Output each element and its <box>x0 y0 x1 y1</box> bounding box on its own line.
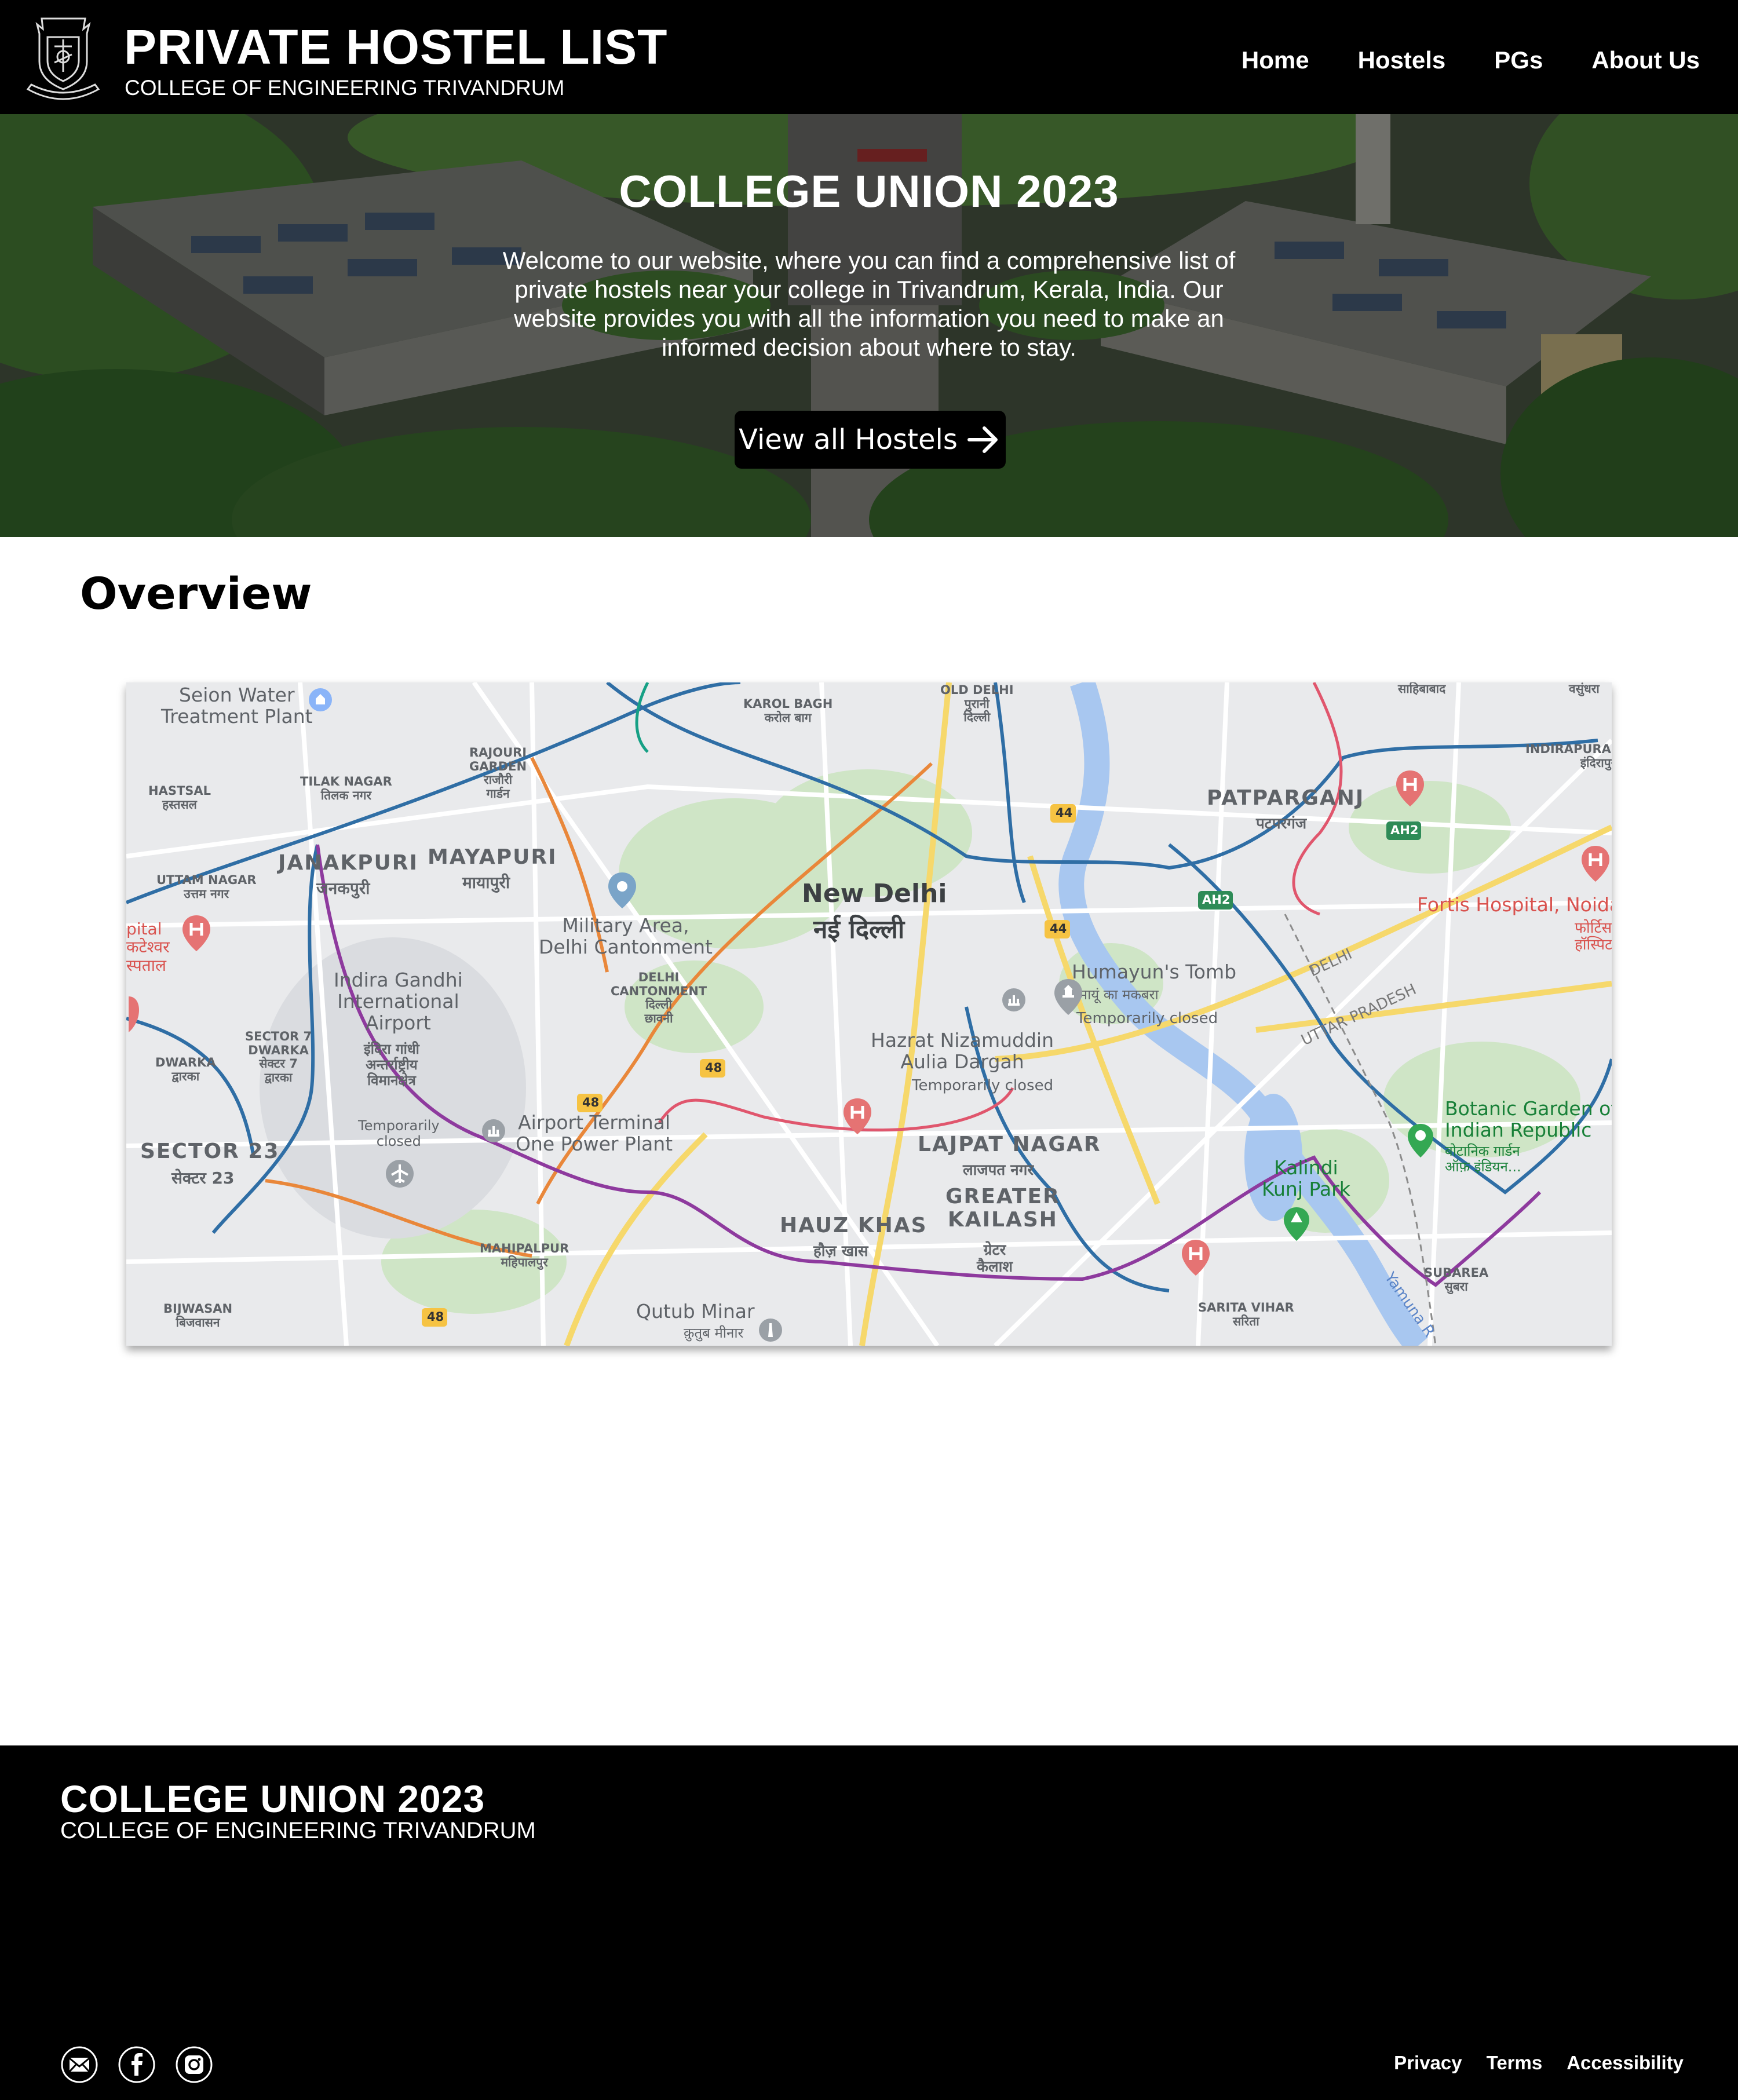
mail-icon[interactable] <box>60 2046 98 2084</box>
landmark-pin-icon[interactable] <box>1001 987 1027 1013</box>
map-label: LAJPAT NAGAR <box>918 1133 1101 1156</box>
main-nav: Home Hostels PGs About Us <box>1242 44 1700 76</box>
instagram-icon[interactable] <box>175 2046 213 2084</box>
map-label: ग्रेटर कैलाश <box>977 1241 1013 1276</box>
map-label: फोर्टिसहॉस्पिटल <box>1575 919 1612 954</box>
map-label: Temporarily closed <box>912 1077 1054 1094</box>
map-label: JANAKPURI <box>278 851 418 875</box>
terms-link[interactable]: Terms <box>1487 2051 1543 2075</box>
map-label: KAROL BAGH करोल बाग <box>743 697 833 725</box>
site-footer: COLLEGE UNION 2023 COLLEGE OF ENGINEERIN… <box>0 1745 1738 2100</box>
map-label: Temporarily closed <box>358 1117 440 1149</box>
map-label-new-delhi: New Delhi <box>802 879 947 908</box>
map-label: SECTOR 23 <box>140 1140 280 1163</box>
map-label: SARITA VIHAR सरिता <box>1198 1301 1294 1328</box>
social-links <box>60 2046 213 2084</box>
map-label: Qutub Minar <box>636 1300 755 1323</box>
map-label: Botanic Garden of Indian Republic <box>1445 1097 1612 1141</box>
map-label: SECTOR 7 DWARKA सेक्टर 7 द्वारका <box>245 1029 312 1084</box>
nav-hostels-link[interactable]: Hostels <box>1358 44 1446 76</box>
privacy-link[interactable]: Privacy <box>1394 2051 1462 2075</box>
map-label: DWARKA द्वारका <box>155 1056 216 1083</box>
hero-description: Welcome to our website, where you can fi… <box>502 247 1236 361</box>
map-label: MAYAPURI <box>428 845 557 869</box>
location-map[interactable]: 44 44 48 48 48 AH2 AH2 Seion Water Treatm… <box>126 682 1612 1346</box>
legal-links: Privacy Terms Accessibility <box>1394 2051 1684 2075</box>
map-label: PATPARGANJ <box>1207 786 1365 810</box>
hospital-pin-icon[interactable] <box>1395 769 1425 808</box>
college-emblem-logo[interactable] <box>24 16 103 103</box>
map-label: TILAK NAGAR तिलक नगर <box>300 775 392 802</box>
footer-title: COLLEGE UNION 2023 <box>60 1777 485 1820</box>
hospital-pin-icon[interactable] <box>181 914 211 952</box>
map-label: इंदिरा गांधी अन्तर्राष्ट्रीय विमानक्षेत्र <box>364 1041 419 1089</box>
map-label: RAJOURI GARDEN राजौरी गार्डन <box>469 746 527 801</box>
airport-pin-icon[interactable] <box>385 1159 415 1189</box>
map-label-new-delhi-hindi: नई दिल्ली <box>813 915 905 944</box>
footer-subtitle: COLLEGE OF ENGINEERING TRIVANDRUM <box>60 1818 536 1843</box>
cantonment-pin-icon[interactable] <box>607 871 637 910</box>
hospital-pin-icon[interactable] <box>842 1097 872 1135</box>
hero-title: COLLEGE UNION 2023 <box>619 166 1119 217</box>
map-label: Hazrat Nizamuddin Aulia Dargah <box>871 1029 1054 1073</box>
map-label: साहिबाबाद <box>1398 682 1446 696</box>
map-label: UTTAM NAGAR उत्तम नगर <box>156 873 257 901</box>
map-label: SUBAREA सुबरा <box>1424 1266 1489 1294</box>
map-label: लाजपत नगर <box>963 1162 1034 1179</box>
facebook-icon[interactable] <box>118 2046 156 2084</box>
map-label: MAHIPALPUR महिपालपुर <box>480 1241 569 1269</box>
view-all-hostels-button[interactable]: View all Hostels <box>735 411 1006 469</box>
map-label: Kalindi Kunj Park <box>1262 1156 1350 1200</box>
map-label: वसुंधरा <box>1569 682 1600 696</box>
map-label: HAUZ KHAS <box>780 1214 928 1237</box>
map-label: Humayun's Tomb <box>1072 960 1237 983</box>
water-plant-pin-icon[interactable] <box>308 687 333 713</box>
map-label: DELHI CANTONMENT दिल्ली छावनी <box>611 970 707 1025</box>
map-label: Indira Gandhi International Airport <box>334 969 463 1034</box>
map-label: हुमायूं का मकबरा <box>1072 987 1159 1003</box>
arrow-right-icon <box>967 426 998 453</box>
map-label: सेक्टर 23 <box>171 1168 235 1188</box>
overview-heading: Overview <box>80 568 312 619</box>
nav-pgs-link[interactable]: PGs <box>1494 44 1543 76</box>
nav-about-link[interactable]: About Us <box>1591 44 1700 76</box>
map-label: बोटानिक गार्डन ऑफ़ इंडियन... <box>1445 1143 1521 1175</box>
hero-banner: COLLEGE UNION 2023 Welcome to our websit… <box>0 114 1738 537</box>
map-label: Military Area, Delhi Cantonment <box>539 914 713 958</box>
view-all-hostels-label: View all Hostels <box>739 423 958 456</box>
map-label: क़ुतुब मीनार <box>684 1325 744 1341</box>
park-pin-icon[interactable] <box>1283 1206 1310 1242</box>
hospital-pin-icon[interactable] <box>126 995 144 1033</box>
map-label: GREATER KAILASH <box>945 1185 1060 1232</box>
site-header: PRIVATE HOSTEL LIST COLLEGE OF ENGINEERI… <box>0 0 1738 114</box>
map-label: पटपरगंज <box>1256 815 1307 832</box>
map-label: मायापुरी <box>462 873 510 892</box>
map-label: HASTSAL हस्तसल <box>148 784 211 812</box>
map-label: Airport Terminal One Power Plant <box>516 1111 673 1155</box>
map-label: Temporarily closed <box>1076 1010 1218 1027</box>
map-label: OLD DELHI पुरानी दिल्ली <box>940 683 1014 725</box>
site-subtitle: COLLEGE OF ENGINEERING TRIVANDRUM <box>125 76 565 100</box>
qutub-minar-pin-icon[interactable] <box>758 1317 783 1343</box>
map-label: pital कटेश्वर स्पताल <box>126 919 170 975</box>
map-label: INDIRAPURAMइंदिरापुरम <box>1525 742 1612 770</box>
nav-home-link[interactable]: Home <box>1242 44 1309 76</box>
park-pin-icon[interactable] <box>1407 1123 1434 1159</box>
accessibility-link[interactable]: Accessibility <box>1567 2051 1684 2075</box>
map-label: BIJWASAN बिजवासन <box>163 1302 233 1330</box>
map-label: Seion Water Treatment Plant <box>161 684 313 728</box>
map-label: Fortis Hospital, Noida <box>1417 893 1612 916</box>
map-label: हौज़ खास <box>813 1243 868 1260</box>
hospital-pin-icon[interactable] <box>1580 845 1611 883</box>
power-plant-pin-icon[interactable] <box>481 1118 506 1144</box>
landmark-pin-icon[interactable] <box>1053 978 1083 1016</box>
site-title: PRIVATE HOSTEL LIST <box>124 20 668 74</box>
hospital-pin-icon[interactable] <box>1181 1239 1211 1277</box>
map-label: जनकपुरी <box>316 879 370 898</box>
